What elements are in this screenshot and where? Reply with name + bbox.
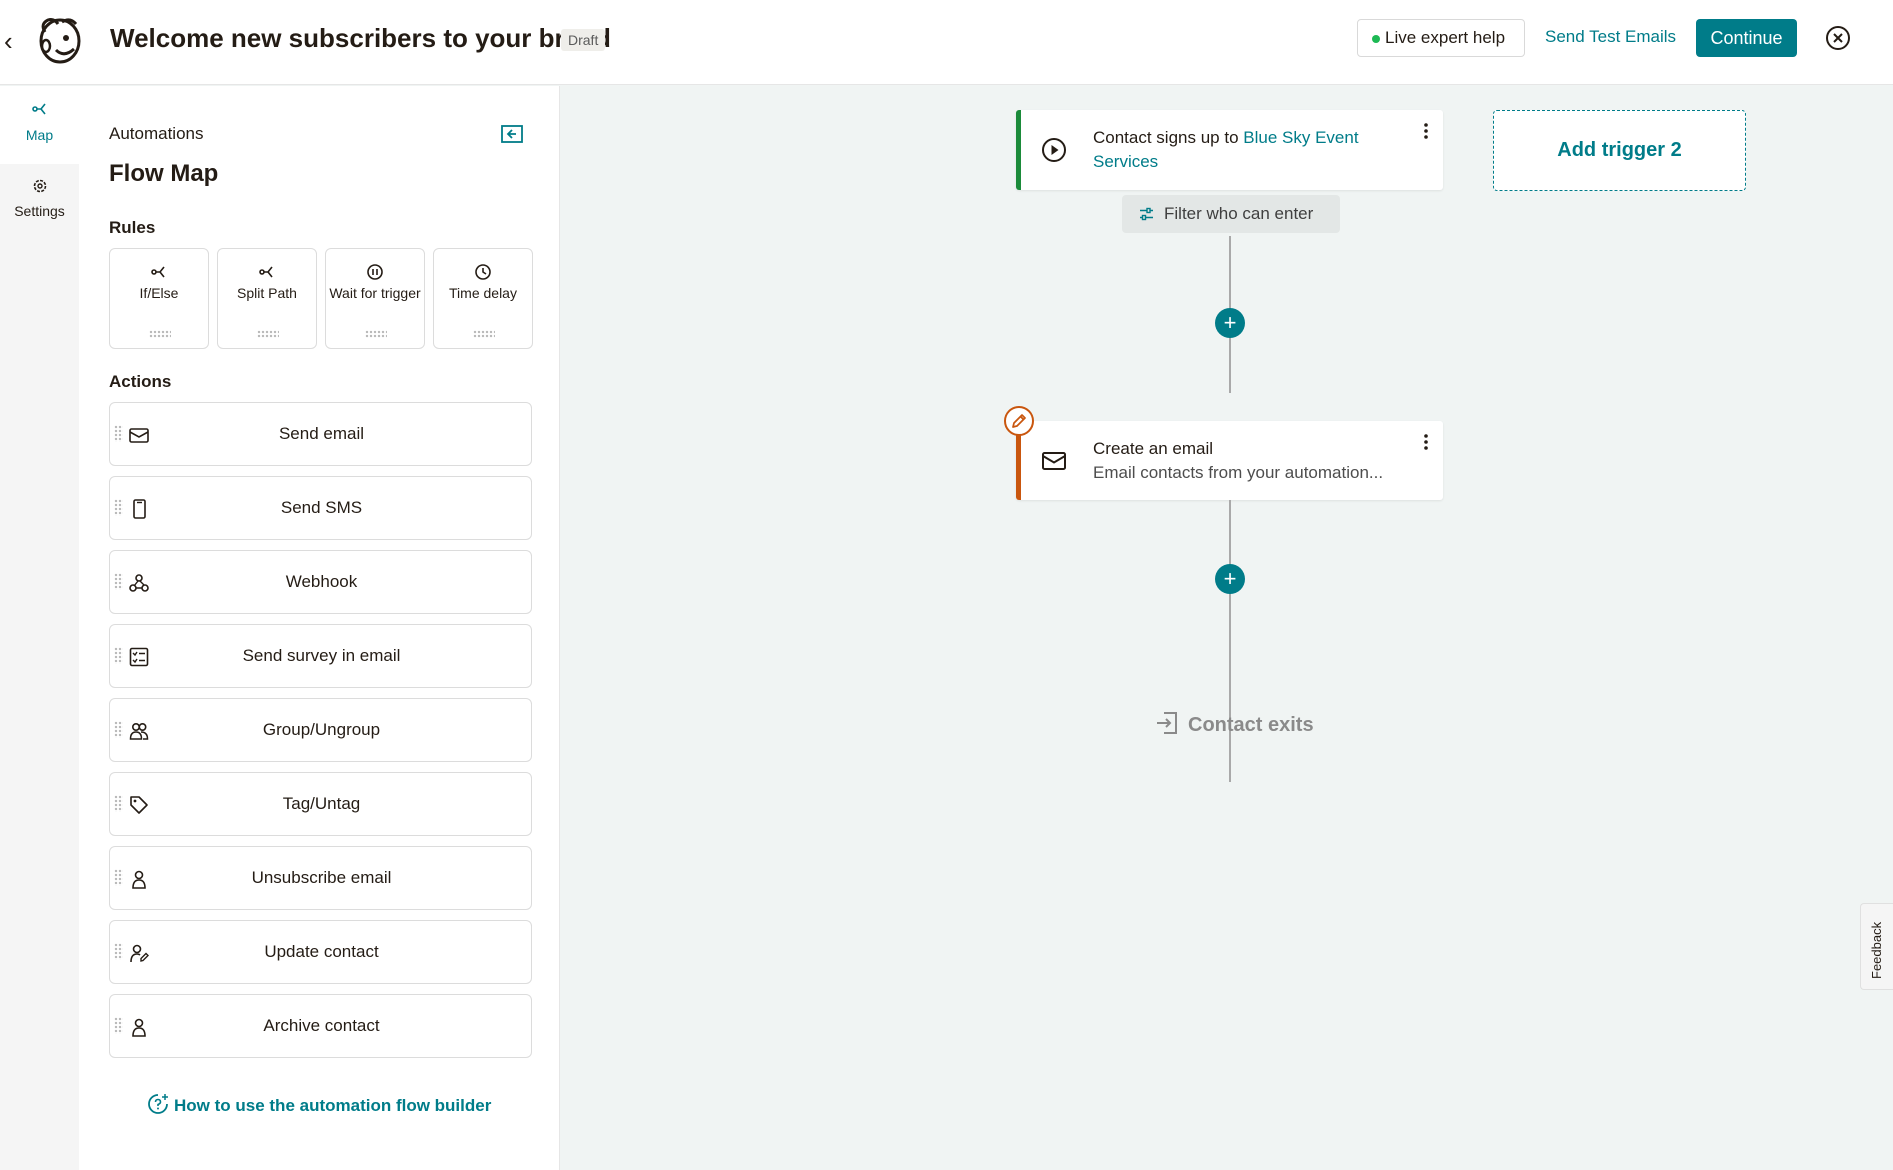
more-options-icon[interactable] (1423, 122, 1429, 140)
clock-icon (475, 264, 491, 280)
close-icon[interactable] (1825, 25, 1851, 51)
action-label: Send email (278, 424, 365, 443)
email-step-title: Create an email (1093, 439, 1214, 458)
rule-label: Wait for trigger (329, 285, 421, 301)
back-chevron-icon[interactable]: ‹ (4, 28, 26, 54)
flow-map-panel: Automations Flow Map Rules If/Else Split… (79, 86, 560, 1170)
live-expert-help-button[interactable]: Live expert help (1357, 19, 1525, 57)
contact-exits: Contact exits (1154, 710, 1314, 737)
action-label: Archive contact (263, 1016, 380, 1035)
action-card-unsubscribe-email[interactable]: Unsubscribe email (109, 846, 532, 910)
connector-line (1229, 500, 1231, 782)
rule-card-wait-for-trigger[interactable]: Wait for trigger (325, 248, 425, 349)
rail-map-label: Map (25, 127, 54, 143)
email-step-subtitle: Email contacts from your automation... (1093, 463, 1384, 482)
trigger-prefix: Contact signs up to (1093, 128, 1239, 147)
action-label: Send SMS (280, 498, 363, 517)
exit-label: Contact exits (1188, 714, 1314, 736)
gear-icon (33, 179, 46, 193)
feedback-label: Feedback (1869, 921, 1884, 979)
rules-heading: Rules (109, 218, 156, 237)
drag-handle-icon[interactable] (149, 330, 171, 338)
split-icon (259, 266, 273, 278)
rule-label: If/Else (139, 285, 179, 301)
add-trigger-button[interactable]: Add trigger 2 (1493, 110, 1746, 191)
flow-canvas[interactable]: Contact signs up to Blue Sky Event Servi… (561, 86, 1893, 1170)
help-link[interactable]: How to use the automation flow builder (147, 1093, 491, 1116)
add-step-button[interactable]: + (1215, 564, 1245, 594)
collapse-panel-icon[interactable] (501, 124, 523, 144)
exit-icon (1157, 712, 1177, 734)
rule-card-split-path[interactable]: Split Path (217, 248, 317, 349)
pencil-icon (1012, 414, 1026, 428)
rail-item-map[interactable]: Map (0, 100, 79, 143)
email-step-text: Create an email Email contacts from your… (1093, 437, 1403, 485)
envelope-icon (1042, 452, 1066, 470)
rule-card-time-delay[interactable]: Time delay (433, 248, 533, 349)
drag-handle-icon[interactable] (473, 330, 495, 338)
trigger-node[interactable]: Contact signs up to Blue Sky Event Servi… (1016, 110, 1443, 190)
page-title: Welcome new subscribers to your brand (110, 23, 611, 53)
trigger-text: Contact signs up to Blue Sky Event Servi… (1093, 126, 1403, 174)
action-label: Send survey in email (242, 646, 401, 665)
rail-settings-label: Settings (14, 203, 65, 219)
sliders-icon (1140, 207, 1153, 221)
action-label: Unsubscribe email (251, 868, 392, 887)
status-badge: Draft (561, 29, 606, 51)
branch-icon (151, 266, 165, 278)
filter-entry-button[interactable]: Filter who can enter (1122, 195, 1340, 233)
live-help-label: Live expert help (1385, 28, 1506, 47)
drag-handle-icon[interactable] (365, 330, 387, 338)
email-step-node[interactable]: Create an email Email contacts from your… (1016, 421, 1443, 500)
action-card-webhook[interactable]: Webhook (109, 550, 532, 614)
pause-icon (367, 264, 383, 280)
actions-heading: Actions (109, 372, 172, 391)
drag-handle-icon[interactable] (257, 330, 279, 338)
breadcrumb[interactable]: Automations (109, 124, 204, 144)
action-card-send-email[interactable]: Send email (109, 402, 532, 466)
edit-pencil-icon[interactable] (1004, 406, 1034, 436)
action-label: Group/Ungroup (262, 720, 381, 739)
action-card-group-ungroup[interactable]: Group/Ungroup (109, 698, 532, 762)
more-options-icon[interactable] (1423, 433, 1429, 451)
send-test-emails-link[interactable]: Send Test Emails (1545, 27, 1676, 47)
action-card-tag-untag[interactable]: Tag/Untag (109, 772, 532, 836)
action-label: Update contact (264, 942, 379, 961)
feedback-tab[interactable]: Feedback (1860, 903, 1893, 990)
online-dot-icon (1372, 35, 1380, 43)
action-card-update-contact[interactable]: Update contact (109, 920, 532, 984)
action-card-send-survey[interactable]: Send survey in email (109, 624, 532, 688)
rail-item-settings[interactable]: Settings (0, 178, 79, 219)
action-label: Tag/Untag (282, 794, 361, 813)
action-label: Webhook (285, 572, 358, 591)
top-header: ‹ Welcome new subscribers to your brand … (0, 0, 1893, 85)
play-circle-icon (1042, 138, 1066, 162)
action-card-send-sms[interactable]: Send SMS (109, 476, 532, 540)
help-sparkle-icon (148, 1094, 168, 1114)
help-link-label: How to use the automation flow builder (174, 1096, 492, 1115)
add-step-button[interactable]: + (1215, 308, 1245, 338)
action-card-archive-contact[interactable]: Archive contact (109, 994, 532, 1058)
continue-button[interactable]: Continue (1696, 19, 1797, 57)
mailchimp-logo (39, 18, 81, 64)
filter-label: Filter who can enter (1164, 204, 1314, 223)
rule-label: Split Path (237, 285, 297, 301)
panel-title: Flow Map (109, 160, 219, 187)
map-icon (31, 103, 46, 115)
rule-label: Time delay (449, 285, 517, 301)
left-rail: Map Settings (0, 86, 79, 1170)
rule-card-if-else[interactable]: If/Else (109, 248, 209, 349)
